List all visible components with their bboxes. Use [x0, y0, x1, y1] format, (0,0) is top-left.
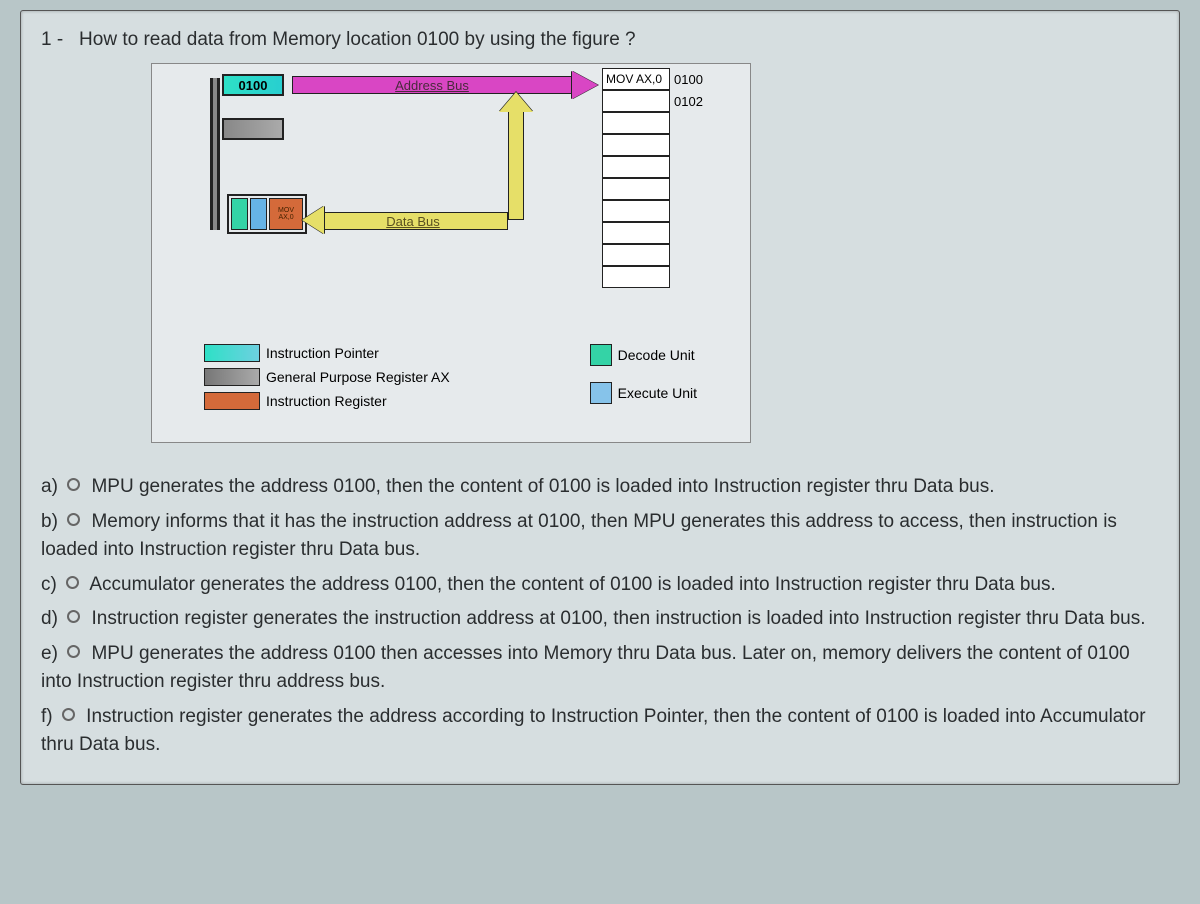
memory-row	[602, 244, 714, 266]
option-a-radio[interactable]	[67, 478, 80, 491]
memory-addr	[670, 156, 714, 178]
question-text: How to read data from Memory location 01…	[79, 29, 636, 50]
data-bus-left-arrow-icon	[302, 206, 324, 234]
option-e-text: MPU generates the address 0100 then acce…	[41, 643, 1130, 693]
ax-register	[222, 118, 284, 140]
memory-cell	[602, 200, 670, 222]
legend-instruction-register: Instruction Register	[204, 392, 450, 410]
memory-cell	[602, 266, 670, 288]
memory-row	[602, 134, 714, 156]
memory-cell	[602, 244, 670, 266]
diagram-legend: Instruction Pointer General Purpose Regi…	[204, 344, 697, 410]
memory-row	[602, 266, 714, 288]
memory-cell	[602, 90, 670, 112]
decode-unit-block	[231, 198, 248, 230]
cpu-memory-diagram: 0100 MOV AX,0 Address Bus Data Bus MOV A…	[151, 63, 751, 443]
option-f: f) Instruction register generates the ad…	[41, 703, 1159, 760]
legend-execute-swatch	[590, 382, 612, 404]
memory-row: MOV AX,00100	[602, 68, 714, 90]
memory-addr	[670, 134, 714, 156]
memory-cell	[602, 178, 670, 200]
legend-execute-label: Execute Unit	[618, 385, 697, 401]
legend-ax-register: General Purpose Register AX	[204, 368, 450, 386]
legend-ax-swatch	[204, 368, 260, 386]
data-bus: Data Bus	[318, 212, 508, 230]
ir-text-bot: AX,0	[278, 214, 293, 221]
option-c-text: Accumulator generates the address 0100, …	[89, 574, 1055, 595]
memory-row	[602, 156, 714, 178]
address-bus-arrow-icon	[572, 71, 598, 99]
question-page: 1 - How to read data from Memory locatio…	[20, 10, 1180, 785]
option-c-radio[interactable]	[66, 576, 79, 589]
ip-value: 0100	[239, 78, 268, 93]
option-d-radio[interactable]	[67, 610, 80, 623]
memory-cell	[602, 134, 670, 156]
memory-table: MOV AX,00100 0102	[602, 68, 714, 288]
address-bus-label: Address Bus	[395, 78, 469, 93]
memory-addr	[670, 112, 714, 134]
cpu-side-bus	[210, 78, 220, 230]
option-d: d) Instruction register generates the in…	[41, 605, 1159, 634]
memory-addr	[670, 244, 714, 266]
option-b-text: Memory informs that it has the instructi…	[41, 511, 1117, 561]
legend-ip-label: Instruction Pointer	[266, 345, 379, 361]
option-d-text: Instruction register generates the instr…	[91, 608, 1145, 629]
memory-row	[602, 222, 714, 244]
memory-addr: 0102	[670, 90, 714, 112]
question-title: 1 - How to read data from Memory locatio…	[41, 29, 1159, 51]
option-c: c) Accumulator generates the address 010…	[41, 571, 1159, 600]
option-b-radio[interactable]	[67, 513, 80, 526]
legend-ir-label: Instruction Register	[266, 393, 387, 409]
option-f-text: Instruction register generates the addre…	[41, 706, 1146, 756]
memory-addr	[670, 222, 714, 244]
memory-row	[602, 200, 714, 222]
legend-decode-label: Decode Unit	[618, 347, 695, 363]
data-bus-vertical	[508, 104, 524, 220]
instruction-register-block: MOV AX,0	[269, 198, 303, 230]
legend-execute-unit: Execute Unit	[590, 382, 697, 404]
memory-addr: 0100	[670, 68, 714, 90]
option-f-radio[interactable]	[62, 708, 75, 721]
option-e: e) MPU generates the address 0100 then a…	[41, 640, 1159, 697]
legend-ip-swatch	[204, 344, 260, 362]
legend-ir-swatch	[204, 392, 260, 410]
memory-row: 0102	[602, 90, 714, 112]
option-e-radio[interactable]	[67, 645, 80, 658]
legend-decode-swatch	[590, 344, 612, 366]
memory-cell	[602, 222, 670, 244]
memory-addr	[670, 200, 714, 222]
option-d-label: d)	[41, 608, 58, 629]
option-f-label: f)	[41, 706, 53, 727]
option-a: a) MPU generates the address 0100, then …	[41, 473, 1159, 502]
memory-cell: MOV AX,0	[602, 68, 670, 90]
memory-cell	[602, 156, 670, 178]
data-bus-label: Data Bus	[386, 214, 439, 229]
memory-cell	[602, 112, 670, 134]
cpu-unit-box: MOV AX,0	[227, 194, 307, 234]
option-c-label: c)	[41, 574, 57, 595]
legend-ax-label: General Purpose Register AX	[266, 369, 450, 385]
option-e-label: e)	[41, 643, 58, 664]
question-number: 1 -	[41, 29, 63, 50]
ir-text-top: MOV	[278, 207, 294, 214]
answer-options: a) MPU generates the address 0100, then …	[41, 473, 1159, 760]
legend-instruction-pointer: Instruction Pointer	[204, 344, 450, 362]
instruction-pointer-register: 0100	[222, 74, 284, 96]
memory-addr	[670, 178, 714, 200]
memory-row	[602, 178, 714, 200]
option-b-label: b)	[41, 511, 58, 532]
execute-unit-block	[250, 198, 267, 230]
option-a-label: a)	[41, 476, 58, 497]
memory-row	[602, 112, 714, 134]
legend-decode-unit: Decode Unit	[590, 344, 697, 366]
option-b: b) Memory informs that it has the instru…	[41, 508, 1159, 565]
memory-addr	[670, 266, 714, 288]
data-bus-up-arrow-icon	[499, 92, 533, 112]
option-a-text: MPU generates the address 0100, then the…	[91, 476, 994, 497]
